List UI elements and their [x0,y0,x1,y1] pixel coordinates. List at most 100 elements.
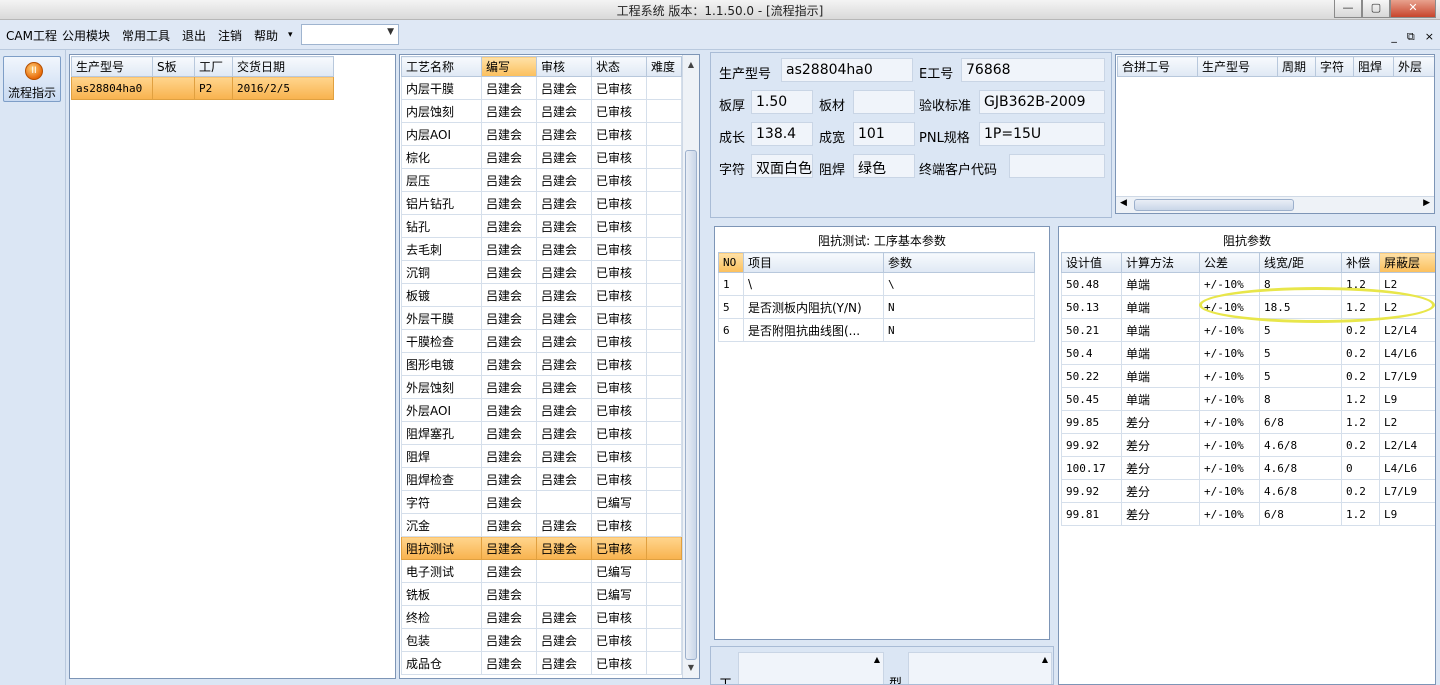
table-cell[interactable]: 吕建会 [481,490,537,514]
table-row[interactable]: 棕化 吕建会 吕建会 已审核 [401,145,682,169]
table-cell[interactable] [646,76,682,100]
table-cell[interactable]: \ [743,272,884,296]
menu-common-module[interactable]: 公用模块 [62,27,110,44]
scroll-up-icon[interactable]: ▲ [1042,655,1048,664]
table-cell[interactable]: 吕建会 [536,168,592,192]
table-cell[interactable]: +/-10% [1199,318,1260,342]
table-row[interactable]: 阻焊 吕建会 吕建会 已审核 [401,444,682,468]
table-row[interactable]: 包装 吕建会 吕建会 已审核 [401,628,682,652]
table-cell[interactable]: 0.2 [1341,341,1380,365]
field-mask[interactable]: 绿色 [853,154,915,178]
table-cell[interactable]: 单端 [1121,318,1200,342]
table-row[interactable]: 阻焊检查 吕建会 吕建会 已审核 [401,467,682,491]
table-cell[interactable]: 已编写 [591,490,647,514]
table-cell[interactable]: 吕建会 [536,214,592,238]
table-cell[interactable] [646,214,682,238]
table-cell[interactable]: 0.2 [1341,318,1380,342]
process-header-status[interactable]: 状态 [591,56,647,77]
table-cell[interactable] [646,375,682,399]
table-cell[interactable]: 99.92 [1061,479,1122,503]
table-cell[interactable]: 1.2 [1341,272,1380,296]
table-row[interactable]: 去毛刺 吕建会 吕建会 已审核 [401,237,682,261]
table-cell[interactable]: 外层蚀刻 [401,375,482,399]
table-cell[interactable]: 已编写 [591,559,647,583]
table-cell[interactable]: 图形电镀 [401,352,482,376]
table-cell[interactable] [646,536,682,560]
table-cell[interactable]: 去毛刺 [401,237,482,261]
table-cell[interactable]: 50.45 [1061,387,1122,411]
table-row[interactable]: 阻焊塞孔 吕建会 吕建会 已审核 [401,421,682,445]
orders-cell[interactable]: as28804ha0 [71,76,153,100]
table-cell[interactable]: 已审核 [591,122,647,146]
table-cell[interactable]: L4/L6 [1379,456,1435,480]
table-cell[interactable]: 吕建会 [481,214,537,238]
table-cell[interactable]: 已审核 [591,99,647,123]
mdi-restore-button[interactable]: ⧉ [1407,30,1415,44]
table-cell[interactable]: 0.2 [1341,479,1380,503]
table-cell[interactable]: L9 [1379,387,1435,411]
table-cell[interactable]: +/-10% [1199,456,1260,480]
table-row[interactable]: 铣板 吕建会 已编写 [401,582,682,606]
orders-header-model[interactable]: 生产型号 [71,56,153,77]
scroll-left-icon[interactable]: ◀ [1120,198,1127,208]
table-cell[interactable]: 50.21 [1061,318,1122,342]
table-cell[interactable]: 板镀 [401,283,482,307]
orders-cell[interactable]: 2016/2/5 [232,76,334,100]
table-cell[interactable]: 已审核 [591,168,647,192]
mdi-minimize-button[interactable]: _ [1391,30,1397,44]
field-length[interactable]: 138.4 [751,122,813,146]
mdi-close-button[interactable]: × [1425,30,1434,44]
table-cell[interactable]: +/-10% [1199,502,1260,526]
maximize-button[interactable]: ▢ [1362,0,1390,18]
table-cell[interactable]: 0 [1341,456,1380,480]
table-row[interactable]: as28804ha0 P2 2016/2/5 [71,76,334,100]
table-cell[interactable]: 5 [1259,341,1342,365]
table-cell[interactable] [536,582,592,606]
table-cell[interactable]: 1 [718,272,744,296]
table-cell[interactable]: 差分 [1121,410,1200,434]
table-cell[interactable]: 沉金 [401,513,482,537]
table-cell[interactable]: 已审核 [591,260,647,284]
table-row[interactable]: 50.13 单端 +/-10% 18.5 1.2 L2 [1061,295,1435,319]
table-row[interactable]: 50.48 单端 +/-10% 8 1.2 L2 [1061,272,1435,296]
field-client[interactable] [1009,154,1105,178]
table-row[interactable]: 铝片钻孔 吕建会 吕建会 已审核 [401,191,682,215]
table-cell[interactable]: 吕建会 [536,76,592,100]
table-cell[interactable]: 99.92 [1061,433,1122,457]
table-cell[interactable]: 吕建会 [536,628,592,652]
table-cell[interactable]: 吕建会 [536,398,592,422]
table-cell[interactable] [646,352,682,376]
table-cell[interactable]: 吕建会 [481,99,537,123]
table-cell[interactable]: 外层AOI [401,398,482,422]
process-header-reviewer[interactable]: 审核 [536,56,592,77]
table-cell[interactable] [646,306,682,330]
help-dropdown-icon[interactable]: ▾ [288,30,293,40]
table-row[interactable]: 层压 吕建会 吕建会 已审核 [401,168,682,192]
table-row[interactable]: 50.45 单端 +/-10% 8 1.2 L9 [1061,387,1435,411]
table-cell[interactable]: +/-10% [1199,341,1260,365]
table-cell[interactable]: 5 [1259,318,1342,342]
table-cell[interactable] [646,628,682,652]
table-cell[interactable]: 字符 [401,490,482,514]
table-cell[interactable]: 单端 [1121,341,1200,365]
table-cell[interactable]: 5 [718,295,744,319]
table-row[interactable]: 阻抗测试 吕建会 吕建会 已审核 [401,536,682,560]
table-cell[interactable] [646,260,682,284]
table-cell[interactable] [646,490,682,514]
orders-header-s[interactable]: S板 [152,56,195,77]
table-cell[interactable]: 吕建会 [536,651,592,675]
table-row[interactable]: 图形电镀 吕建会 吕建会 已审核 [401,352,682,376]
table-cell[interactable] [646,122,682,146]
table-cell[interactable]: 阻焊 [401,444,482,468]
table-cell[interactable]: 差分 [1121,502,1200,526]
table-cell[interactable]: 铝片钻孔 [401,191,482,215]
table-cell[interactable]: 已审核 [591,467,647,491]
table-cell[interactable]: 50.22 [1061,364,1122,388]
table-cell[interactable]: 6/8 [1259,502,1342,526]
table-row[interactable]: 100.17 差分 +/-10% 4.6/8 0 L4/L6 [1061,456,1435,480]
table-row[interactable]: 99.81 差分 +/-10% 6/8 1.2 L9 [1061,502,1435,526]
table-cell[interactable]: 已审核 [591,398,647,422]
table-cell[interactable] [646,99,682,123]
table-cell[interactable]: 阻抗测试 [401,536,482,560]
table-cell[interactable]: \ [883,272,1035,296]
